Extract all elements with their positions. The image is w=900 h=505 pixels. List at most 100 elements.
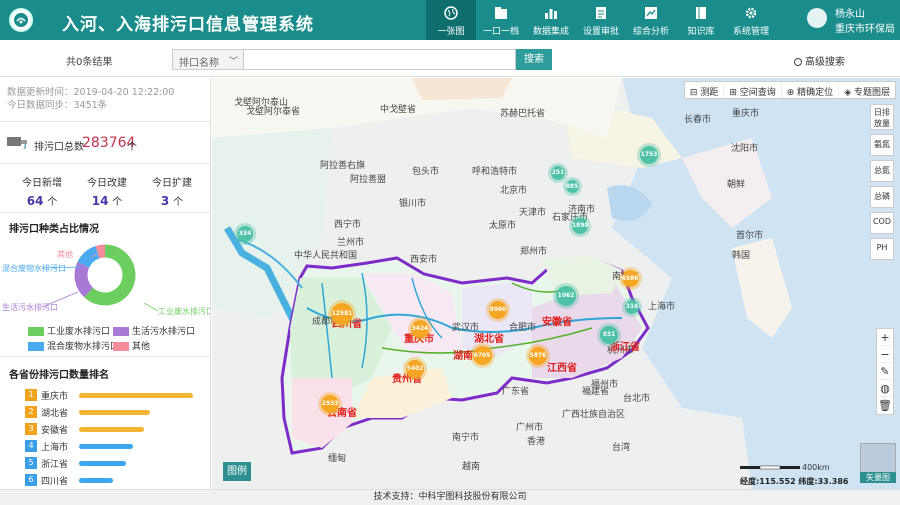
total-outlets: 排污口总数 283764 个 (0, 122, 210, 164)
outlet-cluster[interactable]: 5876 (529, 347, 547, 365)
place-label: 郑州市 (520, 247, 548, 257)
pie-slice (77, 245, 101, 269)
ranking-row[interactable]: 5 浙江省 (25, 457, 205, 470)
reset-icon[interactable]: ◍ (877, 380, 893, 397)
tool-label: 测距 (700, 88, 719, 98)
user-org: 重庆市环保局 (835, 24, 895, 35)
outlet-cluster[interactable]: 1062 (556, 286, 576, 306)
outlet-cluster[interactable]: 1898 (572, 218, 589, 234)
map-view[interactable]: 戈壁阿尔泰山 戈壁阿尔泰省 中戈壁省 苏赫巴托省 长春市 重庆市 沈阳市 朝鲜 阿拉善右旗 阿拉善… (212, 78, 900, 489)
ranking-row[interactable]: 4 上海市 (25, 440, 205, 453)
search-button[interactable]: 搜索 (516, 49, 552, 70)
outlet-cluster[interactable]: 316 (625, 300, 639, 314)
outlet-cluster[interactable]: 1753 (640, 146, 658, 164)
outlet-cluster[interactable]: 5402 (406, 360, 424, 378)
layer-total-phosphorus[interactable]: 总磷 (870, 186, 894, 208)
outlet-cluster[interactable]: 334 (237, 226, 253, 242)
place-label: 朝鲜 (727, 180, 746, 190)
place-label: 阿拉善盟 (350, 175, 387, 185)
advanced-search-link[interactable]: 高级搜索 (794, 53, 845, 68)
nav-item-knowledge[interactable]: 知识库 (676, 0, 726, 40)
rank-bar (79, 478, 114, 483)
folder-icon (495, 7, 507, 19)
delete-icon[interactable]: 🗑 (877, 397, 893, 414)
rank-province: 上海市 (41, 443, 69, 453)
place-label: 戈壁阿尔泰省 (246, 107, 301, 117)
outlet-cluster[interactable]: 251 (551, 166, 565, 180)
place-label: 越南 (462, 462, 481, 472)
measure-tool[interactable]: ⊟ 测距 (685, 82, 725, 98)
outlet-cluster[interactable]: 12581 (331, 303, 353, 325)
outlet-cluster[interactable]: 931 (600, 326, 618, 344)
legend-item: 工业废水排污口 (28, 324, 110, 337)
province-label: 江西省 (547, 363, 577, 374)
layer-daily-discharge[interactable]: 日排放量 (870, 104, 894, 130)
ranking-row[interactable]: 6 四川省 (25, 474, 205, 487)
basemap-label[interactable]: 矢量图 (860, 472, 896, 483)
ranking-row[interactable]: 1 重庆市 (25, 389, 205, 402)
nav-item-archive[interactable]: 一口一档 (476, 0, 526, 40)
layer-ph[interactable]: PH (870, 238, 894, 260)
rank-number: 1 (25, 389, 37, 401)
zoom-in-button[interactable]: + (877, 329, 893, 346)
place-label: 韩国 (732, 251, 751, 261)
outlet-cluster[interactable]: 8060 (489, 301, 507, 319)
rank-province: 浙江省 (41, 460, 69, 470)
rank-province: 湖北省 (41, 409, 69, 419)
gear-icon (745, 7, 757, 19)
province-label: 湖北省 (474, 334, 504, 345)
nav-item-data[interactable]: 数据集成 (526, 0, 576, 40)
ranking-row[interactable]: 3 安徽省 (25, 423, 205, 436)
layer-ammonia[interactable]: 氨氮 (870, 134, 894, 156)
rank-province: 重庆市 (41, 392, 69, 402)
place-label: 包头市 (412, 167, 440, 177)
outlet-icon (7, 137, 27, 149)
legend-label: 工业废水排污口 (47, 327, 111, 337)
spatial-query-tool[interactable]: ⊞ 空间查询 (724, 82, 782, 98)
legend-swatch (28, 342, 44, 351)
locate-tool[interactable]: ⊕ 精确定位 (782, 82, 840, 98)
stat-value: 14 (91, 194, 109, 208)
place-label: 西宁市 (334, 220, 362, 230)
layer-cod[interactable]: COD (870, 212, 894, 234)
layer-total-nitrogen[interactable]: 总氮 (870, 160, 894, 182)
outlet-cluster[interactable]: 2933 (321, 395, 339, 413)
map-toolbar: ⊟ 测距 ⊞ 空间查询 ⊕ 精确定位 ◈ 专题图层 (683, 81, 896, 99)
nav-item-system[interactable]: 系统管理 (726, 0, 776, 40)
pie-slice-label: 工业废水排污口 (158, 306, 211, 316)
rank-number: 5 (25, 457, 37, 469)
outlet-cluster[interactable]: 3424 (411, 320, 429, 338)
legend-swatch (28, 327, 44, 336)
nav-label: 一口一档 (482, 27, 519, 37)
stat-unit: 个 (112, 197, 123, 208)
place-label: 北京市 (500, 186, 528, 196)
place-label: 南宁市 (452, 433, 480, 443)
place-label: 沈阳市 (731, 144, 759, 154)
nav-item-map[interactable]: 一张图 (426, 0, 476, 40)
nav-item-analysis[interactable]: 综合分析 (626, 0, 676, 40)
total-unit: 个 (127, 142, 137, 153)
clear-icon[interactable]: ✎ (877, 363, 893, 380)
outlet-cluster[interactable]: 885 (565, 179, 579, 193)
search-type-select[interactable]: 排口名称 ﹀ (172, 49, 244, 70)
rank-bar (79, 461, 126, 466)
stat-label: 今日扩建 (152, 178, 192, 189)
legend-button[interactable]: 图例 (223, 462, 251, 481)
stat-unit: 个 (173, 197, 184, 208)
ranking-row[interactable]: 2 湖北省 (25, 406, 205, 419)
outlet-cluster[interactable]: 6586 (621, 269, 639, 287)
document-icon (596, 7, 606, 19)
stat-new: 今日新增 64 个 (12, 174, 72, 208)
search-input[interactable] (244, 49, 516, 70)
chevron-down-icon: ﹀ (228, 57, 238, 67)
place-label: 首尔市 (736, 231, 764, 241)
layers-tool[interactable]: ◈ 专题图层 (839, 82, 895, 98)
outlet-cluster[interactable]: 6705 (472, 345, 492, 365)
tool-label: 空间查询 (739, 88, 776, 98)
update-info: 数据更新时间：2019-04-20 12:22:00 今日数据同步：3451条 (0, 78, 210, 122)
stat-label: 今日新增 (22, 178, 62, 189)
place-label: 广西壮族自治区 (562, 410, 626, 420)
zoom-out-button[interactable]: − (877, 346, 893, 363)
nav-item-approval[interactable]: 设置审批 (576, 0, 626, 40)
place-label: 重庆市 (732, 109, 760, 119)
